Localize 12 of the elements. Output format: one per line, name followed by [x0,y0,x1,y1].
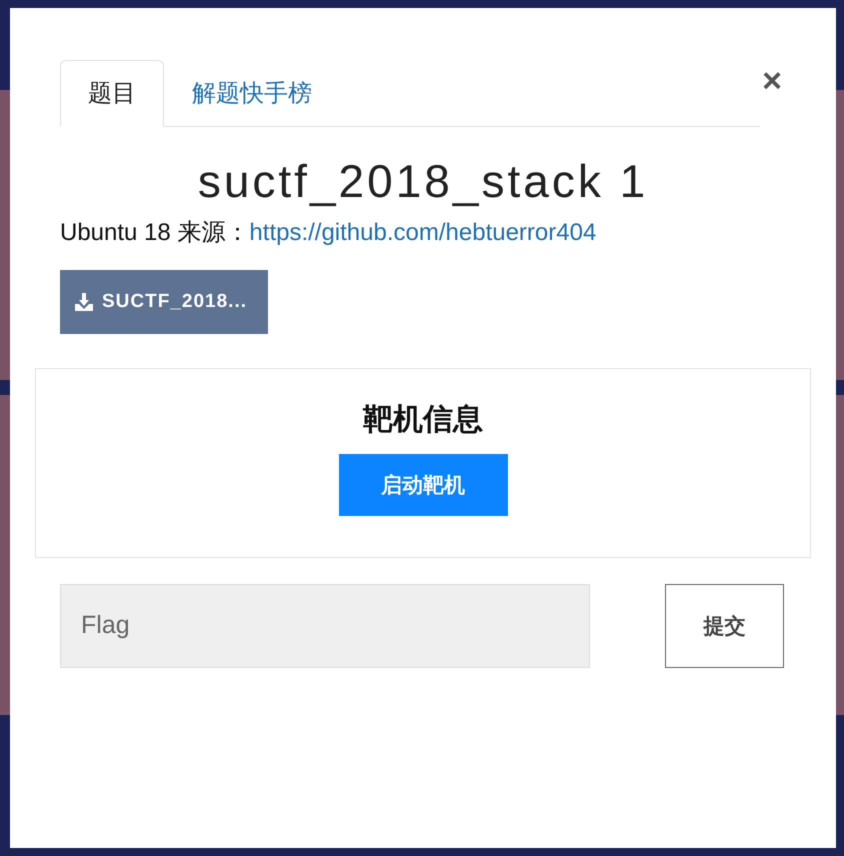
target-heading: 靶机信息 [363,400,483,439]
start-button[interactable]: 启动靶机 [338,454,508,516]
flag-input[interactable]: Flag [60,584,590,668]
close-button[interactable]: × [758,64,786,98]
challenge-title: suctf_2018_stack 1 [196,155,650,208]
source-link[interactable]: https://github.com/hebtuerror404 [249,218,596,246]
download-button[interactable]: SUCTF_2018... [60,270,268,334]
description-text: Ubuntu 18 来源： [60,218,250,246]
download-icon [74,292,94,312]
tab[interactable]: 题目 [60,60,164,127]
submit-button[interactable]: 提交 [665,584,784,668]
tab[interactable]: 解题快手榜 [164,60,340,127]
